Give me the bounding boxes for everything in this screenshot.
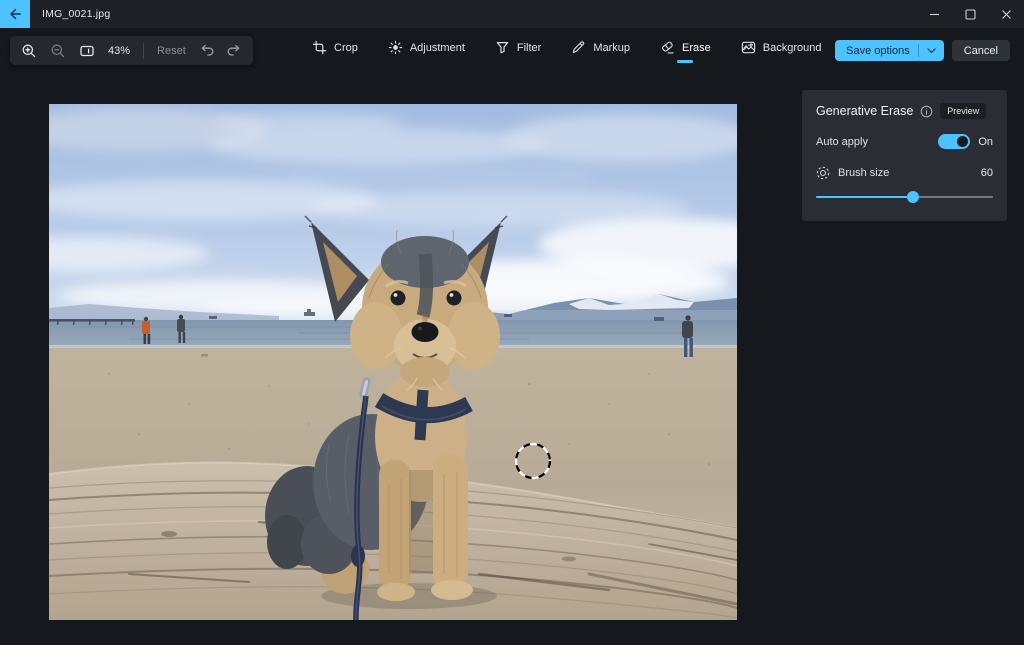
fit-to-window-icon[interactable]: [79, 43, 95, 59]
undo-icon[interactable]: [199, 43, 214, 58]
titlebar: IMG_0021.jpg: [0, 0, 1024, 28]
slider-thumb[interactable]: [907, 191, 919, 203]
brush-size-icon: [816, 166, 830, 180]
reset-button[interactable]: Reset: [157, 45, 186, 57]
tab-indicator: [773, 60, 789, 63]
auto-apply-state: On: [978, 136, 993, 148]
tab-crop-label: Crop: [334, 42, 358, 54]
tab-crop[interactable]: Crop: [312, 40, 358, 63]
erase-icon: [660, 40, 675, 55]
tab-adjustment[interactable]: Adjustment: [388, 40, 465, 63]
back-button[interactable]: [0, 0, 30, 28]
filter-icon: [495, 40, 510, 55]
tab-erase[interactable]: Erase: [660, 40, 711, 63]
save-options-button[interactable]: Save options: [835, 40, 944, 61]
tab-erase-label: Erase: [682, 42, 711, 54]
tab-adjustment-label: Adjustment: [410, 42, 465, 54]
window-controls: [916, 0, 1024, 28]
viewer-toolbar: 43% Reset: [10, 36, 253, 65]
tab-indicator: [677, 60, 693, 63]
file-title: IMG_0021.jpg: [42, 8, 110, 20]
maximize-icon: [965, 9, 976, 20]
tab-filter-label: Filter: [517, 42, 541, 54]
back-arrow-icon: [8, 7, 22, 21]
redo-icon[interactable]: [227, 43, 242, 58]
slider-fill: [816, 196, 913, 198]
panel-title: Generative Erase: [816, 104, 913, 118]
tab-indicator: [327, 60, 343, 63]
tab-indicator: [418, 60, 434, 63]
edit-tabs: Crop Adjustment Filter Markup Erase Back…: [312, 40, 821, 63]
toggle-knob: [957, 136, 968, 147]
zoom-level[interactable]: 43%: [108, 45, 130, 57]
maximize-button[interactable]: [952, 0, 988, 28]
save-options-label: Save options: [846, 45, 910, 57]
info-icon[interactable]: [920, 105, 933, 118]
tab-indicator: [510, 60, 526, 63]
photo-canvas[interactable]: [49, 104, 737, 620]
button-divider: [918, 44, 919, 57]
preview-badge[interactable]: Preview: [940, 103, 986, 119]
minimize-icon: [929, 9, 940, 20]
chevron-down-icon[interactable]: [927, 48, 936, 54]
auto-apply-label: Auto apply: [816, 136, 868, 148]
cancel-button[interactable]: Cancel: [952, 40, 1010, 61]
photo-scene: [49, 104, 737, 620]
toolbar-divider: [143, 43, 144, 59]
zoom-out-icon[interactable]: [50, 43, 66, 59]
background-icon: [741, 40, 756, 55]
minimize-button[interactable]: [916, 0, 952, 28]
close-icon: [1001, 9, 1012, 20]
cancel-label: Cancel: [964, 45, 998, 57]
tab-indicator: [593, 60, 609, 63]
close-button[interactable]: [988, 0, 1024, 28]
crop-icon: [312, 40, 327, 55]
adjustment-icon: [388, 40, 403, 55]
tab-filter[interactable]: Filter: [495, 40, 541, 63]
brush-size-label: Brush size: [838, 167, 889, 179]
brush-size-value: 60: [981, 167, 993, 179]
brush-size-slider[interactable]: [816, 191, 993, 203]
generative-erase-panel: Generative Erase Preview Auto apply On B…: [802, 90, 1007, 221]
tab-markup[interactable]: Markup: [571, 40, 630, 63]
markup-icon: [571, 40, 586, 55]
tab-background-label: Background: [763, 42, 822, 54]
tab-background[interactable]: Background: [741, 40, 822, 63]
auto-apply-toggle[interactable]: [938, 134, 970, 149]
tab-markup-label: Markup: [593, 42, 630, 54]
action-buttons: Save options Cancel: [835, 40, 1010, 61]
zoom-in-icon[interactable]: [21, 43, 37, 59]
